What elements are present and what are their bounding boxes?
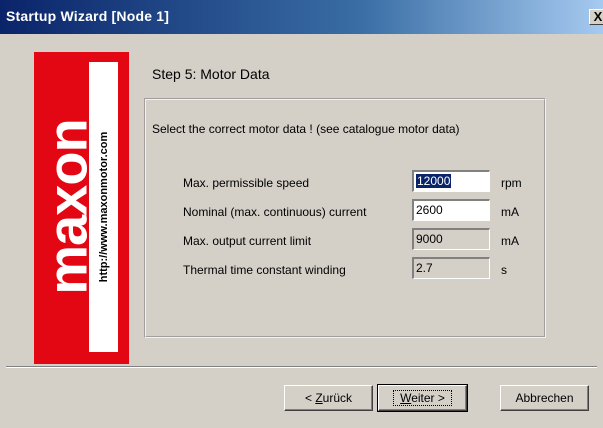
window-title: Startup Wizard [Node 1] bbox=[6, 8, 170, 24]
output-current-limit-label: Max. output current limit bbox=[183, 234, 312, 248]
output-current-limit-unit: mA bbox=[501, 234, 519, 248]
next-focus: Weiter > bbox=[393, 390, 452, 406]
instruction-text: Select the correct motor data ! (see cat… bbox=[152, 122, 460, 136]
max-speed-input[interactable]: 12000 bbox=[412, 170, 490, 192]
nominal-current-input[interactable]: 2600 bbox=[412, 199, 490, 221]
back-mnemonic: Z bbox=[315, 391, 323, 405]
output-current-limit-value: 9000 bbox=[416, 232, 443, 246]
next-mnemonic: W bbox=[400, 391, 412, 405]
back-button[interactable]: < Zurück bbox=[284, 385, 373, 411]
next-button[interactable]: Weiter > bbox=[377, 384, 468, 412]
logo-url-text: http://www.maxonmotor.com bbox=[98, 131, 110, 283]
footer-separator bbox=[6, 366, 597, 368]
thermal-constant-label: Thermal time constant winding bbox=[183, 263, 346, 277]
max-speed-unit: rpm bbox=[501, 176, 522, 190]
logo-brand-panel: maxon bbox=[45, 62, 89, 352]
close-icon: X bbox=[593, 9, 603, 24]
back-prefix: < bbox=[304, 391, 316, 405]
max-speed-label: Max. permissible speed bbox=[183, 176, 310, 190]
back-label-rest: urück bbox=[322, 391, 353, 405]
thermal-constant-value: 2.7 bbox=[416, 261, 433, 275]
output-current-limit-field: 9000 bbox=[412, 228, 490, 250]
thermal-constant-unit: s bbox=[501, 263, 507, 277]
nominal-current-value: 2600 bbox=[416, 203, 443, 217]
close-button[interactable]: X bbox=[589, 9, 603, 25]
logo-brand-text: maxon bbox=[45, 119, 89, 295]
step-title: Step 5: Motor Data bbox=[152, 66, 270, 82]
title-bar[interactable]: Startup Wizard [Node 1] X bbox=[0, 0, 603, 34]
max-speed-value: 12000 bbox=[416, 174, 452, 188]
thermal-constant-field: 2.7 bbox=[412, 257, 490, 279]
nominal-current-unit: mA bbox=[501, 205, 519, 219]
next-label-rest: eiter > bbox=[411, 391, 445, 405]
cancel-button[interactable]: Abbrechen bbox=[500, 385, 589, 411]
nominal-current-label: Nominal (max. continuous) current bbox=[183, 205, 367, 219]
